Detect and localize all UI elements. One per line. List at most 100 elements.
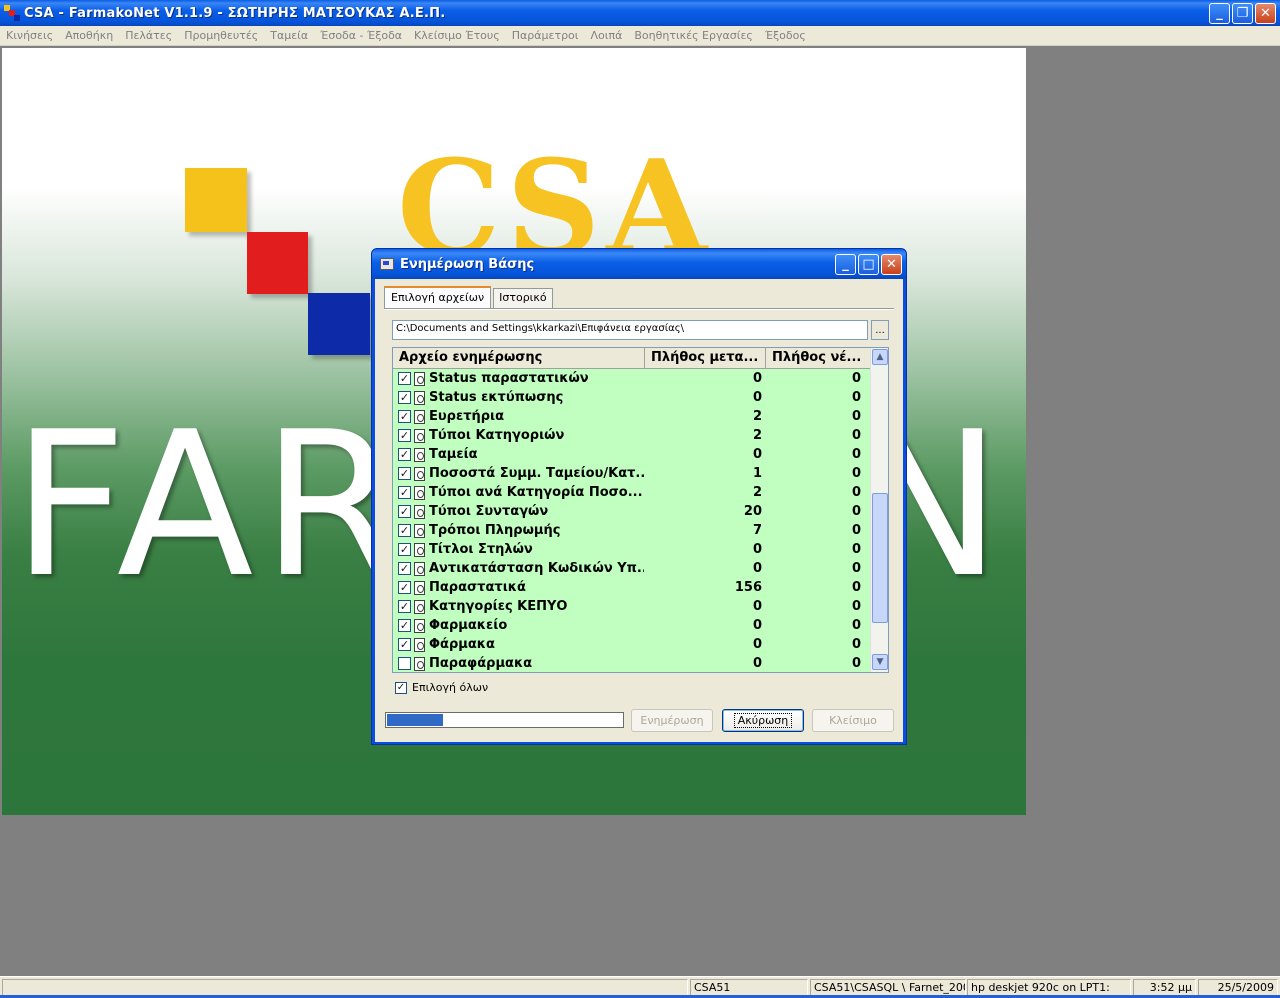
- row-checkbox[interactable]: ✓: [398, 391, 411, 404]
- menu-esoda-exoda[interactable]: Έσοδα - Έξοδα: [314, 29, 408, 42]
- document-icon: [414, 409, 425, 424]
- update-button[interactable]: Ενημέρωση: [631, 709, 713, 732]
- row-checkbox[interactable]: ✓: [398, 467, 411, 480]
- logo-square-red: [247, 232, 308, 294]
- table-row[interactable]: ✓ Ευρετήρια 2 0: [393, 407, 870, 426]
- table-row[interactable]: ✓ Ποσοστά Συμμ. Ταμείου/Κατ... 1 0: [393, 464, 870, 483]
- menu-pelates[interactable]: Πελάτες: [119, 29, 178, 42]
- grid-vertical-scrollbar[interactable]: ▲ ▼: [870, 348, 888, 672]
- menu-kiniseis[interactable]: Κινήσεις: [0, 29, 59, 42]
- app-titlebar[interactable]: CSA - FarmakoNet V1.1.9 - ΣΩΤΗΡΗΣ ΜΑΤΣΟΥ…: [0, 0, 1280, 26]
- row-checkbox[interactable]: ✓: [398, 524, 411, 537]
- update-progress-bar: [385, 712, 624, 728]
- document-icon: [414, 580, 425, 595]
- row-new-count: 0: [851, 409, 861, 424]
- row-changed-count: 2: [752, 485, 762, 500]
- column-header-file[interactable]: Αρχείο ενημέρωσης: [393, 348, 645, 368]
- menu-parametroi[interactable]: Παράμετροι: [506, 29, 585, 42]
- row-file-name: Ποσοστά Συμμ. Ταμείου/Κατ...: [429, 466, 644, 481]
- row-checkbox[interactable]: ✓: [398, 600, 411, 613]
- menu-tameia[interactable]: Ταμεία: [264, 29, 314, 42]
- row-checkbox[interactable]: [398, 657, 411, 670]
- table-row[interactable]: ✓ Τίτλοι Στηλών 0 0: [393, 540, 870, 559]
- browse-folder-button[interactable]: ...: [871, 320, 889, 340]
- close-button[interactable]: ✕: [1255, 3, 1276, 24]
- column-header-changed-count[interactable]: Πλήθος μετα...: [645, 348, 766, 368]
- dialog-titlebar[interactable]: Ενημέρωση Βάσης _ □ ✕: [372, 249, 906, 279]
- row-file-name: Φάρμακα: [429, 637, 495, 652]
- menu-exodos[interactable]: Έξοδος: [759, 29, 812, 42]
- column-header-new-count[interactable]: Πλήθος νέ...: [766, 348, 870, 368]
- row-checkbox[interactable]: ✓: [398, 562, 411, 575]
- restore-button[interactable]: ❐: [1232, 3, 1253, 24]
- row-new-count: 0: [851, 390, 861, 405]
- row-checkbox[interactable]: ✓: [398, 429, 411, 442]
- scrollbar-thumb[interactable]: [872, 493, 888, 623]
- row-file-name: Status παραστατικών: [429, 371, 589, 386]
- table-row[interactable]: ✓ Ταμεία 0 0: [393, 445, 870, 464]
- table-row[interactable]: ✓ Τύποι ανά Κατηγορία Ποσο... 2 0: [393, 483, 870, 502]
- cancel-button[interactable]: Ακύρωση: [722, 709, 804, 732]
- folder-path-field[interactable]: C:\Documents and Settings\kkarkazi\Επιφά…: [392, 320, 868, 340]
- menu-voithitikes-ergasies[interactable]: Βοηθητικές Εργασίες: [628, 29, 758, 42]
- menu-promitheftes[interactable]: Προμηθευτές: [178, 29, 264, 42]
- scroll-down-arrow-icon[interactable]: ▼: [872, 654, 888, 670]
- row-file-name: Παραστατικά: [429, 580, 526, 595]
- table-row[interactable]: ✓ Τύποι Συνταγών 20 0: [393, 502, 870, 521]
- tab-file-selection[interactable]: Επιλογή αρχείων: [384, 286, 492, 308]
- document-icon: [414, 390, 425, 405]
- row-changed-count: 0: [752, 447, 762, 462]
- row-file-name: Κατηγορίες ΚΕΠΥΟ: [429, 599, 568, 614]
- menu-apothiki[interactable]: Αποθήκη: [59, 29, 119, 42]
- table-row[interactable]: ✓ Τρόποι Πληρωμής 7 0: [393, 521, 870, 540]
- row-checkbox[interactable]: ✓: [398, 543, 411, 556]
- menu-loipa[interactable]: Λοιπά: [585, 29, 629, 42]
- row-file-name: Τύποι ανά Κατηγορία Ποσο...: [429, 485, 643, 500]
- dialog-body: Επιλογή αρχείων Ιστορικό C:\Documents an…: [375, 279, 903, 742]
- table-row[interactable]: ✓ Φάρμακα 0 0: [393, 635, 870, 654]
- select-all-checkbox[interactable]: ✓ Επιλογή όλων: [395, 681, 488, 694]
- row-changed-count: 20: [743, 504, 762, 519]
- row-changed-count: 2: [752, 409, 762, 424]
- row-checkbox[interactable]: ✓: [398, 638, 411, 651]
- status-printer: hp deskjet 920c on LPT1:: [967, 979, 1131, 996]
- select-all-label: Επιλογή όλων: [412, 681, 489, 694]
- row-checkbox[interactable]: ✓: [398, 581, 411, 594]
- table-row[interactable]: ✓ Παραστατικά 156 0: [393, 578, 870, 597]
- row-checkbox[interactable]: ✓: [398, 619, 411, 632]
- row-checkbox[interactable]: ✓: [398, 448, 411, 461]
- row-changed-count: 2: [752, 428, 762, 443]
- row-checkbox[interactable]: ✓: [398, 372, 411, 385]
- row-new-count: 0: [851, 485, 861, 500]
- dialog-minimize-button[interactable]: _: [835, 254, 856, 275]
- table-row[interactable]: ✓ Φαρμακείο 0 0: [393, 616, 870, 635]
- row-checkbox[interactable]: ✓: [398, 486, 411, 499]
- menu-kleisimo-etous[interactable]: Κλείσιμο Έτους: [408, 29, 506, 42]
- document-icon: [414, 371, 425, 386]
- scroll-up-arrow-icon[interactable]: ▲: [872, 349, 888, 365]
- dialog-close-button[interactable]: ✕: [881, 254, 902, 275]
- table-row[interactable]: ✓ Κατηγορίες ΚΕΠΥΟ 0 0: [393, 597, 870, 616]
- cancel-button-label: Ακύρωση: [733, 713, 793, 728]
- row-new-count: 0: [851, 561, 861, 576]
- table-row[interactable]: ✓ Status εκτύπωσης 0 0: [393, 388, 870, 407]
- table-row[interactable]: ✓ Αντικατάσταση Κωδικών Υπ... 0 0: [393, 559, 870, 578]
- document-icon: [414, 599, 425, 614]
- minimize-button[interactable]: _: [1209, 3, 1230, 24]
- close-dialog-button[interactable]: Κλείσιμο: [812, 709, 894, 732]
- table-row[interactable]: ✓ Τύποι Κατηγοριών 2 0: [393, 426, 870, 445]
- row-changed-count: 0: [752, 618, 762, 633]
- app-title: CSA - FarmakoNet V1.1.9 - ΣΩΤΗΡΗΣ ΜΑΤΣΟΥ…: [24, 5, 446, 21]
- dialog-tabs: Επιλογή αρχείων Ιστορικό: [384, 286, 553, 308]
- row-checkbox[interactable]: ✓: [398, 505, 411, 518]
- table-row[interactable]: ✓ Status παραστατικών 0 0: [393, 369, 870, 388]
- document-icon: [414, 656, 425, 671]
- table-row[interactable]: Παραφάρμακα 0 0: [393, 654, 870, 672]
- select-all-check-icon[interactable]: ✓: [395, 681, 407, 694]
- row-checkbox[interactable]: ✓: [398, 410, 411, 423]
- row-file-name: Τρόποι Πληρωμής: [429, 523, 561, 538]
- dialog-maximize-button[interactable]: □: [858, 254, 879, 275]
- tab-history[interactable]: Ιστορικό: [493, 288, 553, 308]
- document-icon: [414, 561, 425, 576]
- row-changed-count: 1: [752, 466, 762, 481]
